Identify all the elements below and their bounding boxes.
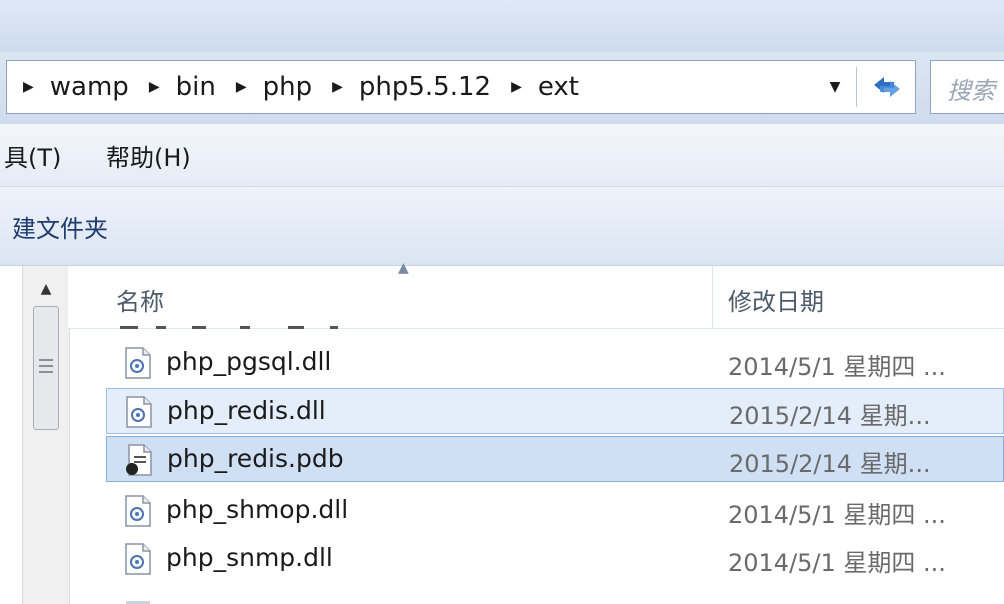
vertical-scrollbar[interactable]: ▲ bbox=[22, 266, 70, 604]
file-row-focused[interactable]: php_redis.pdb 2015/2/14 星期... bbox=[106, 436, 1004, 482]
file-row[interactable]: php_snmp.dll 2014/5/1 星期四 ... bbox=[106, 536, 1004, 582]
menu-item-help[interactable]: 帮助(H) bbox=[106, 138, 191, 173]
menu-bar: 具(T) 帮助(H) bbox=[0, 124, 1004, 187]
file-date: 2015/2/14 星期... bbox=[729, 402, 931, 430]
column-header-row: 名称 bbox=[68, 266, 1004, 329]
breadcrumb-separator-icon[interactable]: ▶ bbox=[511, 79, 522, 95]
address-row: ▶ wamp ▶ bin ▶ php ▶ php5.5.12 ▶ ext ▼ 搜… bbox=[0, 52, 1004, 124]
cut-off-row-glyphs bbox=[126, 601, 150, 604]
grip-line bbox=[39, 365, 53, 367]
breadcrumb: ▶ wamp ▶ bin ▶ php ▶ php5.5.12 ▶ ext bbox=[23, 61, 599, 113]
file-name: php_redis.dll bbox=[167, 396, 326, 425]
window-titlebar bbox=[0, 0, 1004, 52]
breadcrumb-item-php[interactable]: php bbox=[263, 72, 313, 102]
refresh-button[interactable] bbox=[859, 61, 915, 113]
grip-line bbox=[39, 359, 53, 361]
refresh-icon bbox=[874, 77, 900, 97]
file-name: php_snmp.dll bbox=[166, 543, 333, 572]
file-name: php_pgsql.dll bbox=[166, 347, 332, 376]
menu-item-tools[interactable]: 具(T) bbox=[4, 138, 61, 173]
file-date: 2015/2/14 星期... bbox=[729, 450, 931, 478]
file-date: 2014/5/1 星期四 ... bbox=[728, 501, 946, 529]
partial-row-bottom bbox=[106, 594, 1004, 604]
breadcrumb-separator-icon[interactable]: ▶ bbox=[332, 79, 343, 95]
address-bar[interactable]: ▶ wamp ▶ bin ▶ php ▶ php5.5.12 ▶ ext ▼ bbox=[6, 60, 916, 114]
address-history-chevron-down-icon[interactable]: ▼ bbox=[815, 61, 855, 113]
breadcrumb-item-php5512[interactable]: php5.5.12 bbox=[359, 72, 491, 102]
breadcrumb-separator-icon[interactable]: ▶ bbox=[236, 79, 247, 95]
column-divider[interactable] bbox=[712, 266, 713, 328]
address-divider bbox=[856, 67, 857, 107]
dll-file-icon bbox=[125, 347, 151, 379]
breadcrumb-item-ext[interactable]: ext bbox=[538, 72, 579, 102]
dll-file-icon bbox=[125, 543, 151, 575]
column-header-date[interactable]: 修改日期 bbox=[728, 282, 824, 317]
file-date: 2014/5/1 星期四 ... bbox=[728, 353, 946, 381]
file-name: php_shmop.dll bbox=[166, 495, 349, 524]
column-header-name[interactable]: 名称 bbox=[116, 282, 164, 317]
file-row[interactable]: php_shmop.dll 2014/5/1 星期四 ... bbox=[106, 488, 1004, 534]
file-row-selected[interactable]: php_redis.dll 2015/2/14 星期... bbox=[106, 388, 1004, 434]
breadcrumb-item-wamp[interactable]: wamp bbox=[50, 72, 129, 102]
scrollbar-thumb[interactable] bbox=[33, 306, 59, 430]
dll-file-icon bbox=[126, 396, 152, 428]
breadcrumb-separator-icon[interactable]: ▶ bbox=[23, 79, 34, 95]
scroll-up-arrow-icon[interactable]: ▲ bbox=[23, 272, 69, 306]
breadcrumb-item-bin[interactable]: bin bbox=[176, 72, 216, 102]
command-bar: 建文件夹 bbox=[0, 187, 1004, 266]
file-date: 2014/5/1 星期四 ... bbox=[728, 549, 946, 577]
new-folder-button[interactable]: 建文件夹 bbox=[12, 209, 108, 244]
breadcrumb-separator-icon[interactable]: ▶ bbox=[149, 79, 160, 95]
file-row[interactable]: php_pgsql.dll 2014/5/1 星期四 ... bbox=[106, 340, 1004, 386]
search-placeholder: 搜索 bbox=[947, 77, 995, 105]
search-input[interactable]: 搜索 bbox=[930, 60, 1004, 114]
sort-ascending-icon: ▲ bbox=[398, 260, 409, 276]
dll-file-icon bbox=[125, 495, 151, 527]
pdb-file-icon bbox=[126, 444, 152, 476]
partial-row-top bbox=[120, 326, 340, 332]
grip-line bbox=[39, 371, 53, 373]
file-name: php_redis.pdb bbox=[167, 444, 344, 473]
